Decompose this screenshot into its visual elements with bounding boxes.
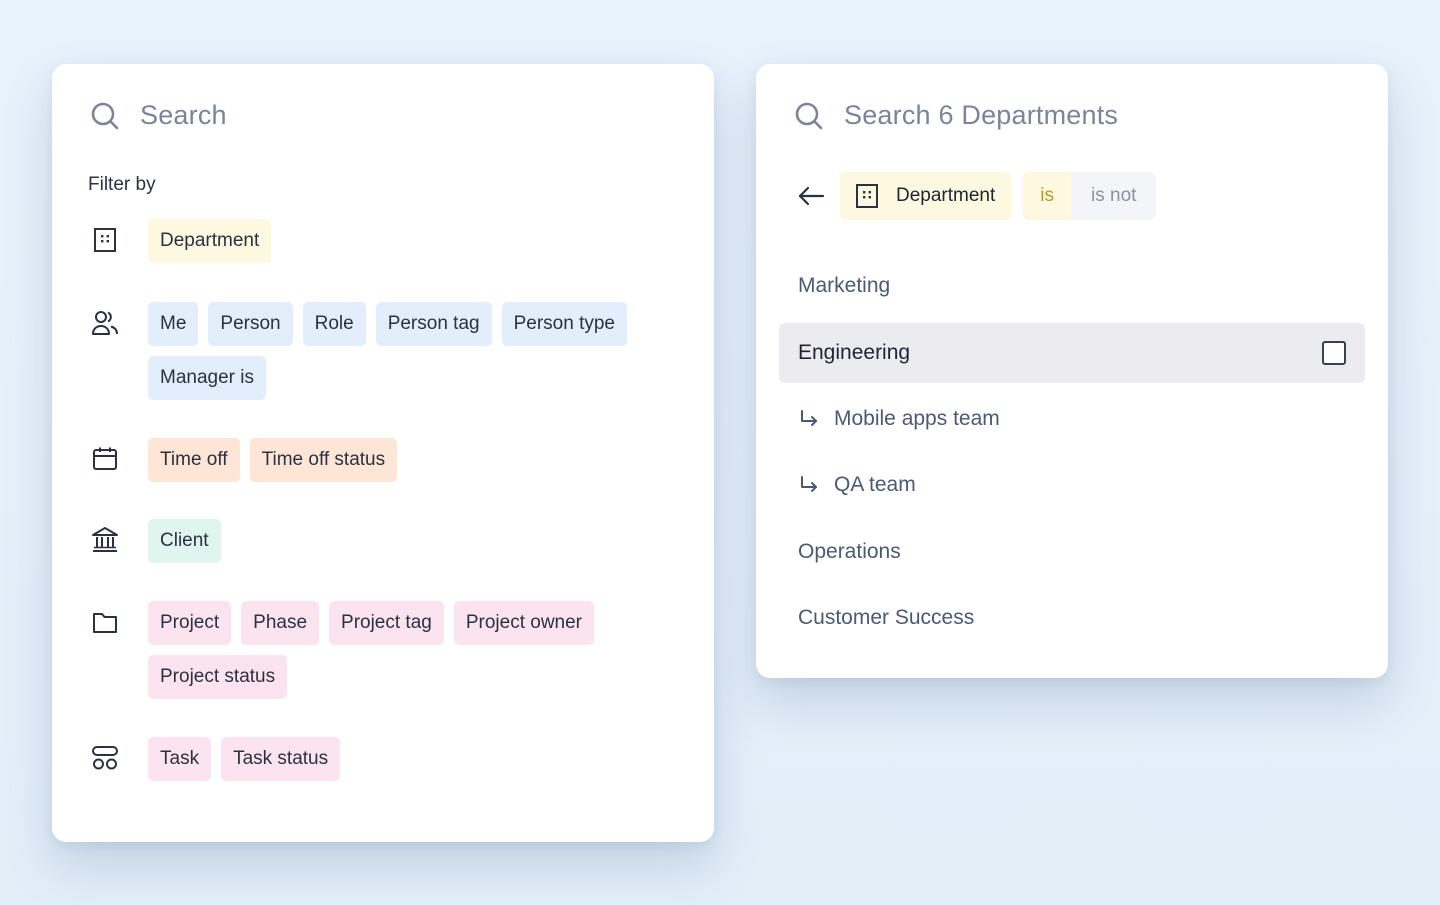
filter-group-department: Department [88, 219, 638, 263]
filter-panel: Search Filter by Department Me Person Ro… [52, 64, 714, 842]
option-engineering-label: Engineering [798, 341, 911, 364]
search-input[interactable]: Search [140, 100, 227, 131]
search-bar[interactable]: Search [90, 100, 227, 131]
chip-client[interactable]: Client [148, 519, 221, 563]
option-qa-team-label: QA team [834, 473, 916, 496]
option-mobile-apps-team-label: Mobile apps team [834, 407, 1000, 430]
department-filter-chip[interactable]: Department [840, 172, 1012, 220]
chip-task[interactable]: Task [148, 737, 212, 781]
option-operations[interactable]: Operations [798, 540, 901, 564]
operator-is-button[interactable]: is [1023, 172, 1072, 220]
chip-project[interactable]: Project [148, 601, 232, 645]
back-arrow-icon[interactable] [794, 179, 828, 213]
option-mobile-apps-team[interactable]: Mobile apps team [798, 407, 1000, 431]
filter-group-client: Client [88, 519, 638, 563]
filter-group-time-off: Time off Time off status [88, 438, 638, 482]
option-engineering[interactable]: Engineering [779, 323, 1365, 383]
chip-project-status[interactable]: Project status [148, 655, 288, 699]
search-icon [90, 101, 120, 131]
chip-role[interactable]: Role [302, 302, 366, 346]
sub-item-arrow-icon [798, 474, 820, 496]
chip-time-off-status[interactable]: Time off status [249, 438, 398, 482]
search-icon [794, 101, 824, 131]
filter-breadcrumb: Department is is not [794, 172, 1157, 220]
filter-group-people: Me Person Role Person tag Person type Ma… [88, 302, 638, 400]
department-search-bar[interactable]: Search 6 Departments [794, 100, 1118, 131]
chip-time-off[interactable]: Time off [148, 438, 240, 482]
people-icon [88, 306, 122, 340]
option-qa-team[interactable]: QA team [798, 473, 916, 497]
option-customer-success[interactable]: Customer Success [798, 606, 974, 630]
department-filter-panel: Search 6 Departments Department is is no… [756, 64, 1388, 678]
folder-icon [88, 605, 122, 639]
chip-me[interactable]: Me [148, 302, 199, 346]
department-filter-chip-label: Department [896, 185, 996, 206]
building-icon [854, 183, 880, 209]
calendar-icon [88, 442, 122, 476]
chip-task-status[interactable]: Task status [221, 737, 341, 781]
bank-icon [88, 523, 122, 557]
filter-group-project: Project Phase Project tag Project owner … [88, 601, 638, 699]
chip-phase[interactable]: Phase [241, 601, 320, 645]
task-layout-icon [88, 741, 122, 775]
building-icon [88, 223, 122, 257]
option-marketing[interactable]: Marketing [798, 274, 890, 298]
filter-by-label: Filter by [88, 174, 156, 195]
sub-item-arrow-icon [798, 408, 820, 430]
option-engineering-checkbox[interactable] [1322, 341, 1346, 365]
chip-project-owner[interactable]: Project owner [453, 601, 595, 645]
chip-person-type[interactable]: Person type [501, 302, 627, 346]
department-search-input[interactable]: Search 6 Departments [844, 100, 1118, 131]
chip-manager-is[interactable]: Manager is [148, 356, 266, 400]
chip-person[interactable]: Person [208, 302, 293, 346]
filter-group-task: Task Task status [88, 737, 638, 781]
chip-project-tag[interactable]: Project tag [329, 601, 444, 645]
operator-is-not-button[interactable]: is not [1071, 172, 1157, 220]
chip-department[interactable]: Department [148, 219, 272, 263]
chip-person-tag[interactable]: Person tag [375, 302, 492, 346]
